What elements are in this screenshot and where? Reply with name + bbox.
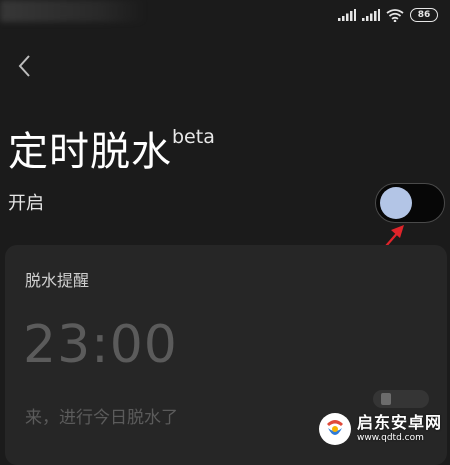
status-icons: 86 xyxy=(338,8,438,22)
reminder-message: 来，进行今日脱水了 xyxy=(25,408,178,428)
back-button[interactable] xyxy=(12,52,40,80)
reminder-control[interactable] xyxy=(373,390,429,408)
signal-icon xyxy=(362,9,380,21)
page-title: 定时脱水 xyxy=(8,129,172,175)
beta-label: beta xyxy=(172,126,215,148)
reminder-control-knob xyxy=(381,393,391,405)
watermark-logo-icon xyxy=(319,413,351,445)
watermark: 启东安卓网 www.qdtd.com xyxy=(318,410,448,448)
reminder-time[interactable]: 23:00 xyxy=(23,315,178,375)
signal-icon xyxy=(338,9,356,21)
card-title: 脱水提醒 xyxy=(25,271,90,290)
blurred-carrier-area xyxy=(0,0,145,22)
enable-toggle[interactable] xyxy=(375,183,445,223)
watermark-name: 启东安卓网 xyxy=(357,413,443,432)
status-bar: 86 xyxy=(0,0,450,32)
chevron-left-icon xyxy=(18,55,30,77)
toggle-knob xyxy=(380,187,412,219)
toggle-label: 开启 xyxy=(8,193,44,214)
watermark-url: www.qdtd.com xyxy=(357,433,424,443)
wifi-icon xyxy=(386,8,404,22)
battery-icon: 86 xyxy=(410,8,438,22)
